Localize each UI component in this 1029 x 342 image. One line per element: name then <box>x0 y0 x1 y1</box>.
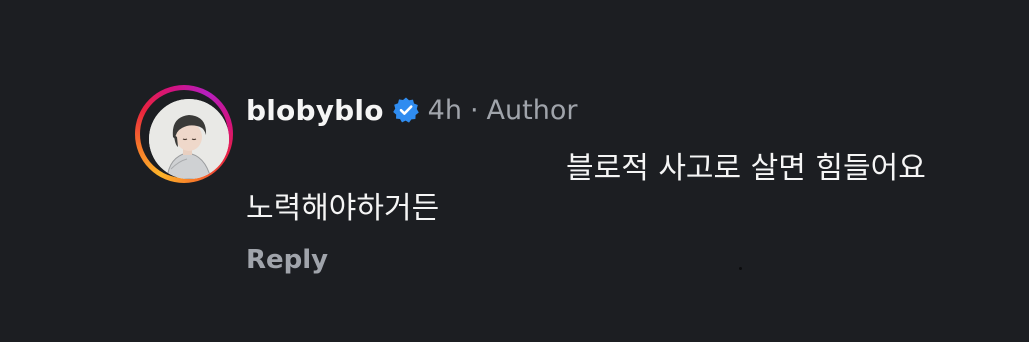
comment-text-line-2: 노력해야하거든 <box>246 191 440 226</box>
username-link[interactable]: blobyblo <box>246 94 384 127</box>
comment: blobyblo 4h · Author 블로적 사고로 살면 힘들어요 노력해… <box>0 0 1029 342</box>
background-speck <box>739 267 742 270</box>
page: blobyblo 4h · Author 블로적 사고로 살면 힘들어요 노력해… <box>0 0 1029 342</box>
comment-timestamp: 4h <box>427 94 462 126</box>
reply-button[interactable]: Reply <box>246 245 328 275</box>
avatar-illustration-icon <box>149 99 229 179</box>
avatar-story-ring[interactable] <box>135 85 233 183</box>
author-label: Author <box>486 94 578 126</box>
avatar[interactable] <box>149 99 229 179</box>
verified-badge-icon <box>392 96 420 124</box>
comment-header: blobyblo 4h · Author <box>246 90 577 130</box>
avatar-ring-gap <box>140 90 229 179</box>
meta-separator: · <box>469 94 479 126</box>
comment-text-line-1: 블로적 사고로 살면 힘들어요 <box>566 151 926 186</box>
